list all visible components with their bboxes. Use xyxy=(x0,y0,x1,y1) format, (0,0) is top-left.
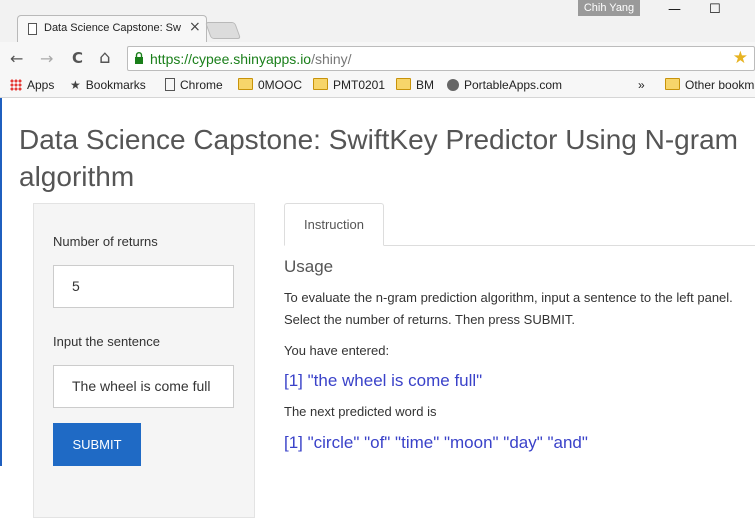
bookmark-label: Bookmarks xyxy=(85,78,146,92)
back-arrow-icon[interactable]: ← xyxy=(10,49,23,68)
browser-toolbar: ← → C ⌂ https://cypee.shinyapps.io/shiny… xyxy=(0,42,755,75)
bookmark-chrome[interactable]: Chrome xyxy=(165,78,223,92)
tab-instruction[interactable]: Instruction xyxy=(284,203,384,246)
num-returns-label: Number of returns xyxy=(53,234,158,249)
bookmark-label: Chrome xyxy=(180,78,223,92)
tab-title: Data Science Capstone: Sw xyxy=(44,22,181,34)
address-bar[interactable]: https://cypee.shinyapps.io/shiny/ ★ xyxy=(127,46,755,71)
page-title: Data Science Capstone: SwiftKey Predicto… xyxy=(19,124,738,192)
browser-tab-strip: Data Science Capstone: Sw × Chih Yang — … xyxy=(0,0,755,42)
bookmark-label: Other bookm xyxy=(685,78,755,92)
url-host: https://cypee.shinyapps.io xyxy=(150,51,312,67)
predicted-output: [1] "circle" "of" "time" "moon" "day" "a… xyxy=(284,433,588,452)
sentence-label: Input the sentence xyxy=(53,334,160,349)
lock-icon xyxy=(135,52,143,64)
bookmark-bookmarks[interactable]: ★ Bookmarks xyxy=(70,78,146,92)
usage-heading: Usage xyxy=(284,257,334,276)
url-text: https://cypee.shinyapps.io/shiny/ xyxy=(150,51,352,67)
entered-label: You have entered: xyxy=(284,343,390,358)
folder-icon xyxy=(396,78,411,90)
num-returns-input[interactable]: 5 xyxy=(53,265,234,308)
close-tab-icon[interactable]: × xyxy=(189,19,201,35)
star-icon: ★ xyxy=(70,78,81,92)
bookmark-label: PortableApps.com xyxy=(464,78,563,92)
browser-tab[interactable]: Data Science Capstone: Sw × xyxy=(17,15,207,42)
bookmarks-bar: Apps ★ Bookmarks Chrome 0MOOC PMT0201 BM … xyxy=(0,75,755,98)
folder-icon xyxy=(313,78,328,90)
maximize-icon[interactable]: ☐ xyxy=(709,2,721,17)
folder-icon xyxy=(665,78,680,90)
page-icon xyxy=(28,23,37,35)
page-edge-divider xyxy=(0,98,2,466)
page-icon xyxy=(165,78,175,91)
home-icon[interactable]: ⌂ xyxy=(99,47,110,68)
portableapps-icon xyxy=(447,79,459,91)
apps-icon xyxy=(10,79,22,91)
bookmark-other[interactable]: Other bookm xyxy=(665,78,754,92)
reload-icon[interactable]: C xyxy=(72,49,83,67)
bookmark-apps[interactable]: Apps xyxy=(10,78,54,92)
minimize-icon[interactable]: — xyxy=(668,2,681,17)
profile-badge[interactable]: Chih Yang xyxy=(578,0,640,16)
new-tab-button[interactable] xyxy=(204,22,242,39)
predicted-label: The next predicted word is xyxy=(284,404,437,419)
forward-arrow-icon[interactable]: → xyxy=(40,49,53,68)
instructions-text: To evaluate the n-gram prediction algori… xyxy=(284,290,733,327)
bookmark-label: 0MOOC xyxy=(258,78,303,92)
submit-button[interactable]: SUBMIT xyxy=(53,423,141,466)
bookmark-bm[interactable]: BM xyxy=(396,78,434,92)
sentence-input[interactable]: The wheel is come full xyxy=(53,365,234,408)
bookmark-star-icon[interactable]: ★ xyxy=(733,48,748,68)
bookmark-label: PMT0201 xyxy=(333,78,386,92)
url-path: /shiny/ xyxy=(311,51,352,67)
bookmark-label: BM xyxy=(416,78,434,92)
bookmarks-overflow-icon[interactable]: » xyxy=(638,78,645,92)
bookmark-portableapps[interactable]: PortableApps.com xyxy=(447,78,562,92)
bookmark-0mooc[interactable]: 0MOOC xyxy=(238,78,302,92)
entered-output: [1] "the wheel is come full" xyxy=(284,371,483,390)
folder-icon xyxy=(238,78,253,90)
sidebar-panel: Number of returns 5 Input the sentence T… xyxy=(33,203,255,518)
bookmark-pmt0201[interactable]: PMT0201 xyxy=(313,78,385,92)
bookmark-label: Apps xyxy=(27,78,55,92)
